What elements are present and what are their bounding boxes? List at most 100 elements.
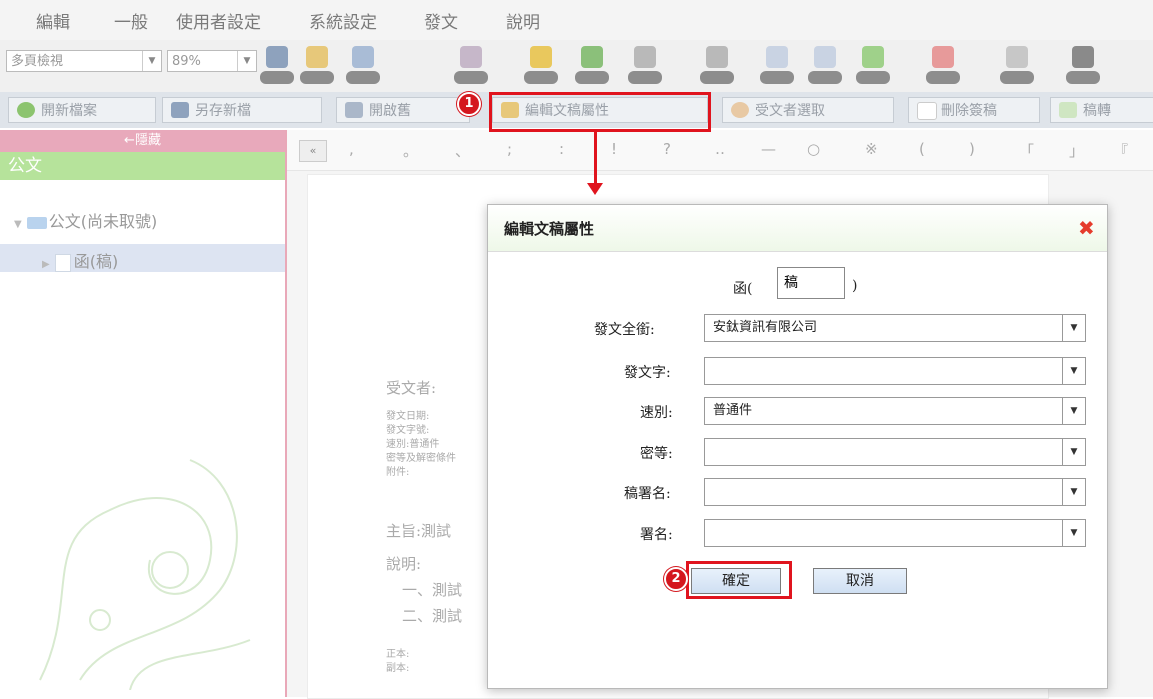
new-file-button[interactable]: 開新檔案 (8, 97, 156, 123)
issuer-word-select[interactable]: ▼ (704, 357, 1086, 385)
undo-icon (530, 46, 552, 68)
issuer-full-title-select[interactable]: 安鈦資訊有限公司 ▼ (704, 314, 1086, 342)
symbol-key[interactable]: ○ (807, 140, 820, 158)
view-mode-value: 多頁檢視 (11, 54, 64, 69)
undo-tool-button[interactable] (524, 44, 558, 90)
symbol-key[interactable]: ! (611, 140, 617, 158)
cancel-button[interactable]: 取消 (813, 568, 907, 594)
redo-tool-button[interactable] (575, 44, 609, 90)
menu-edit[interactable]: 編輯 (36, 8, 70, 33)
draft-convert-label: 稿轉 (1083, 103, 1111, 119)
attach-tool-label (300, 71, 334, 84)
arrow-down-icon (587, 183, 603, 195)
add-tool-button[interactable] (346, 44, 380, 90)
rewind-icon (932, 46, 954, 68)
print-tool-label (1000, 71, 1034, 84)
meta-line: 密等及解密條件 (386, 453, 456, 464)
insert-row-tool-button[interactable] (628, 44, 662, 90)
delete-row-tool-button[interactable] (700, 44, 734, 90)
meta-line: 速別:普通件 (386, 439, 440, 450)
plus-icon (17, 102, 35, 118)
symbol-key[interactable]: — (761, 140, 776, 158)
new-file-label: 開新檔案 (41, 103, 97, 119)
insert-row-tool-label (628, 71, 662, 84)
symbol-key[interactable]: 、 (455, 140, 470, 161)
doc-type-prefix: 函( (733, 281, 753, 297)
symbol-key[interactable]: 『 (1113, 140, 1128, 161)
tree-root-label: 公文(尚未取號) (48, 212, 158, 231)
barcode-tool-button[interactable] (1066, 44, 1100, 90)
symbol-key[interactable]: 。 (403, 140, 418, 161)
collapse-triangle-icon[interactable]: ▶ (42, 259, 50, 270)
field-label: 發文字: (624, 365, 671, 381)
open-old-button[interactable]: 開啟舊 (336, 97, 470, 123)
menu-bar: 編輯 一般 使用者設定 系統設定 發文 說明 (0, 0, 1153, 40)
recipient-select-button[interactable]: 受文者選取 (722, 97, 894, 123)
save-as-icon (171, 102, 189, 118)
move-down-tool-button[interactable] (808, 44, 842, 90)
print-tool-button[interactable] (1000, 44, 1034, 90)
meta-line: 發文字號: (386, 425, 430, 436)
zoom-select[interactable]: 89% ▼ (167, 50, 257, 72)
symbol-key[interactable]: ; (507, 140, 512, 158)
menu-system-settings[interactable]: 系統設定 (309, 8, 377, 33)
menu-help[interactable]: 說明 (506, 8, 540, 33)
add-step-tool-label (856, 71, 890, 84)
hide-sidebar-button[interactable]: ←隱藏 (0, 130, 285, 152)
delete-draft-button[interactable]: 刪除簽稿 (908, 97, 1040, 123)
undo-tool-label (524, 71, 558, 84)
view-mode-select[interactable]: 多頁檢視 ▼ (6, 50, 162, 72)
move-up-tool-button[interactable] (760, 44, 794, 90)
draft-convert-button[interactable]: 稿轉 (1050, 97, 1153, 123)
edit-draft-properties-dialog: 編輯文稿屬性 ✖ 函( 稿 ) 發文全銜: 安鈦資訊有限公司 ▼ 發文字: ▼ 速… (487, 204, 1108, 689)
delete-tool-button[interactable] (454, 44, 488, 90)
menu-general[interactable]: 一般 (114, 8, 148, 33)
insert-row-icon (634, 46, 656, 68)
secrecy-select[interactable]: ▼ (704, 438, 1086, 466)
chevron-down-icon: ▼ (1062, 479, 1085, 505)
save-as-button[interactable]: 另存新檔 (162, 97, 322, 123)
symbol-key[interactable]: ‥ (715, 140, 725, 158)
convert-icon (1059, 102, 1077, 118)
add-step-tool-button[interactable] (856, 44, 890, 90)
field-label: 發文全銜: (594, 322, 655, 338)
copy-line: 副本: (386, 663, 410, 674)
symbol-key[interactable]: , (349, 140, 354, 158)
save-tool-label (260, 71, 294, 84)
save-tool-button[interactable] (260, 44, 294, 90)
symbol-key[interactable]: 「 (1019, 140, 1034, 161)
symbol-key[interactable]: ) (969, 140, 975, 158)
menu-user-settings[interactable]: 使用者設定 (176, 8, 261, 33)
tree-root-node[interactable]: ▼ 公文(尚未取號) (14, 208, 157, 232)
close-icon[interactable]: ✖ (1078, 216, 1095, 240)
symbol-key[interactable]: : (559, 140, 564, 158)
symbol-bar: « , 。 、 ; : ! ? ‥ — ○ ※ ( ) 「 」 『 (287, 130, 1153, 171)
signature-select[interactable]: ▼ (704, 519, 1086, 547)
symbol-key[interactable]: ※ (865, 140, 878, 158)
collapse-left-icon[interactable]: « (299, 140, 327, 162)
save-icon (266, 46, 288, 68)
doc-type-input[interactable]: 稿 (777, 267, 845, 299)
remove-step-tool-label (926, 71, 960, 84)
open-icon (345, 102, 363, 118)
remove-step-tool-button[interactable] (926, 44, 960, 90)
symbol-key[interactable]: ( (919, 140, 925, 158)
toolbar: 多頁檢視 ▼ 89% ▼ (0, 40, 1153, 93)
symbol-key[interactable]: 」 (1069, 140, 1084, 161)
step1-highlight (489, 92, 711, 132)
draft-signature-select[interactable]: ▼ (704, 478, 1086, 506)
copy-line: 正本: (386, 649, 410, 660)
symbol-key[interactable]: ? (663, 140, 671, 158)
speed-select[interactable]: 普通件 ▼ (704, 397, 1086, 425)
open-old-label: 開啟舊 (369, 103, 411, 119)
attach-tool-button[interactable] (300, 44, 334, 90)
expand-triangle-icon[interactable]: ▼ (14, 219, 22, 230)
description-item: 二、測試 (402, 607, 463, 625)
sidebar: ←隱藏 公文 ▼ 公文(尚未取號) ▶ 函(稿) (0, 130, 287, 697)
chevron-down-icon: ▼ (1062, 439, 1085, 465)
tree-child-node[interactable]: ▶ 函(稿) (42, 248, 118, 272)
menu-dispatch[interactable]: 發文 (424, 8, 458, 33)
play-icon (862, 46, 884, 68)
list-delete-icon (460, 46, 482, 68)
field-label: 速別: (640, 405, 673, 421)
